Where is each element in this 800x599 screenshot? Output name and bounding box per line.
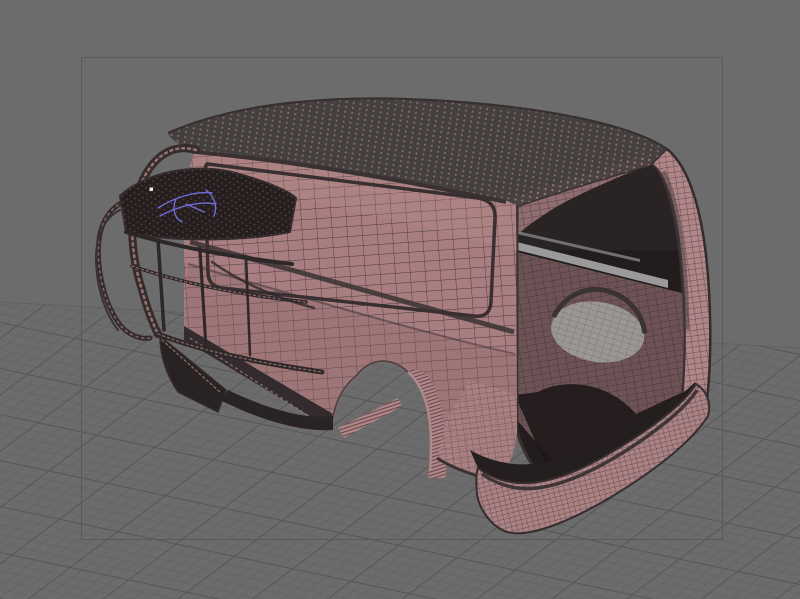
perspective-viewport[interactable]	[0, 0, 800, 599]
viewport-window	[0, 0, 800, 599]
vertex-marker	[150, 188, 154, 192]
